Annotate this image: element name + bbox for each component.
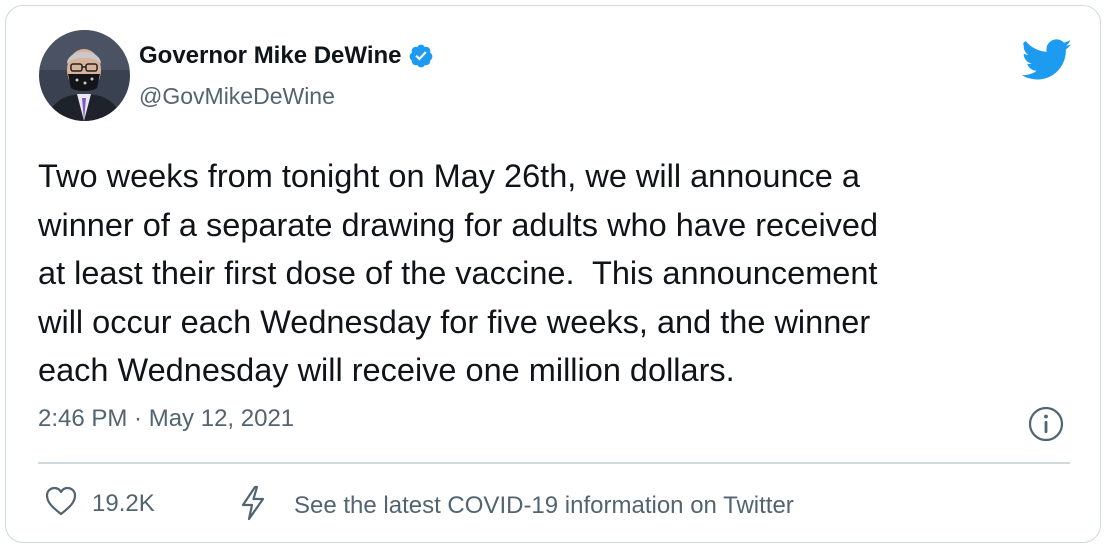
author-avatar[interactable] bbox=[39, 30, 130, 121]
footer-divider bbox=[38, 462, 1070, 464]
heart-icon bbox=[44, 485, 78, 522]
info-icon[interactable] bbox=[1027, 405, 1065, 448]
verified-badge-icon bbox=[408, 43, 434, 69]
covid-info-link[interactable]: See the latest COVID-19 information on T… bbox=[238, 485, 794, 526]
like-count: 19.2K bbox=[92, 489, 155, 517]
tweet-card[interactable]: Governor Mike DeWine @GovMikeDeWine Two … bbox=[5, 5, 1101, 543]
lightning-icon bbox=[238, 485, 268, 526]
author-handle[interactable]: @GovMikeDeWine bbox=[139, 83, 335, 110]
tweet-timestamp[interactable]: 2:46 PM · May 12, 2021 bbox=[38, 405, 294, 433]
tweet-text: Two weeks from tonight on May 26th, we w… bbox=[38, 158, 879, 388]
twitter-bird-icon[interactable] bbox=[1021, 39, 1072, 86]
like-button[interactable]: 19.2K bbox=[44, 485, 155, 522]
author-name-row: Governor Mike DeWine bbox=[139, 42, 434, 70]
covid-info-text: See the latest COVID-19 information on T… bbox=[294, 491, 794, 519]
author-display-name[interactable]: Governor Mike DeWine bbox=[139, 42, 402, 70]
